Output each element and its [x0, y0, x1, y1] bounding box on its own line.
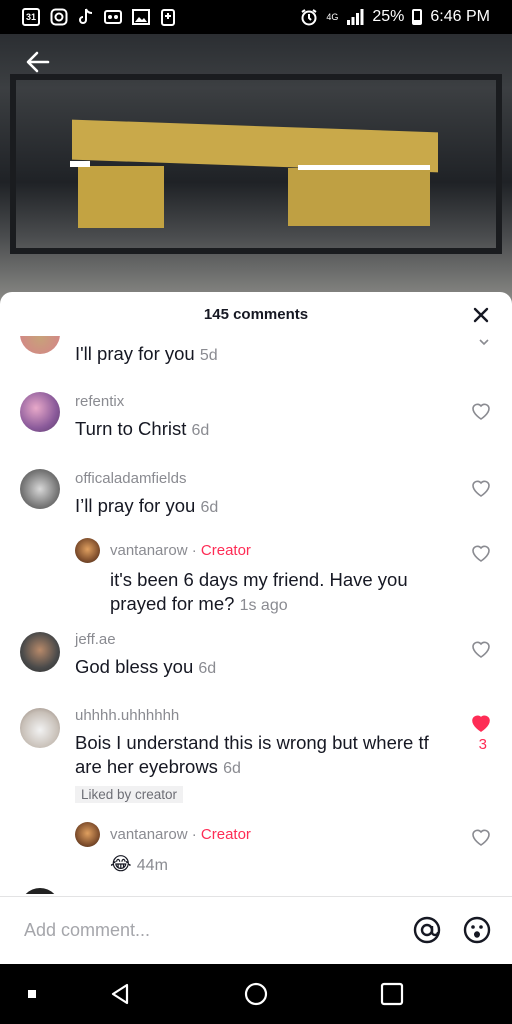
comment-time: 6d	[200, 499, 219, 516]
heart-icon[interactable]	[470, 400, 492, 422]
creator-label: Creator	[200, 826, 251, 843]
video-light	[70, 161, 90, 167]
comment-time: 6d	[198, 660, 217, 677]
voicemail-icon	[104, 10, 122, 24]
reply-text: 😂 44m	[110, 853, 168, 874]
comments-count-title: 145 comments	[203, 305, 309, 323]
notification-icons: 31	[22, 8, 176, 26]
video-light	[298, 165, 430, 170]
user-avatar[interactable]	[20, 888, 60, 894]
creator-avatar[interactable]	[75, 822, 100, 847]
video-sign-shape	[78, 166, 164, 228]
comment-input[interactable]	[24, 920, 384, 941]
heart-filled-icon[interactable]	[470, 712, 492, 734]
comment-item: jeff.ae God bless you 6d	[0, 631, 512, 702]
creator-label: Creator	[200, 542, 251, 559]
chevron-down-icon[interactable]	[478, 338, 490, 346]
battery-percent: 25%	[372, 8, 405, 25]
comment-username[interactable]: jeff.ae	[75, 631, 116, 648]
liked-by-creator-badge: Liked by creator	[75, 786, 184, 803]
comment-text: I'll pray for you 5d	[75, 343, 218, 364]
comment-username[interactable]: uhhhh.uhhhhhh	[75, 707, 179, 724]
user-avatar[interactable]	[20, 632, 60, 672]
user-avatar[interactable]	[20, 708, 60, 748]
comment-text: I’ll pray for you 6d	[75, 495, 219, 516]
heart-icon[interactable]	[470, 638, 492, 660]
comment-time: 6d	[191, 422, 210, 439]
reply-item: vantanarow · Creator it's been 6 days my…	[0, 538, 512, 618]
like-count: 3	[478, 736, 487, 753]
clock: 6:46 PM	[430, 8, 490, 25]
separator-dot: ·	[191, 542, 197, 559]
close-icon[interactable]	[470, 304, 492, 326]
status-bar: 31 4G 25% 6:46 PM	[0, 0, 512, 34]
battery-icon	[412, 9, 423, 25]
home-circle-icon[interactable]	[244, 982, 268, 1006]
comment-username[interactable]: officaladamfields	[75, 470, 186, 487]
reply-username-line: vantanarow · Creator	[110, 542, 251, 559]
signal-icon	[347, 9, 364, 25]
reply-username-line: vantanarow · Creator	[110, 826, 251, 843]
back-triangle-icon[interactable]	[108, 982, 132, 1006]
alarm-icon	[301, 9, 317, 26]
heart-icon[interactable]	[470, 477, 492, 499]
comment-time: 5d	[199, 347, 218, 364]
calendar-icon: 31	[22, 8, 40, 26]
comment-time: 44m	[136, 857, 168, 874]
user-avatar[interactable]	[20, 469, 60, 509]
comment-item: officaladamfields I’ll pray for you 6d	[0, 467, 512, 537]
instagram-icon	[50, 8, 68, 26]
android-nav-bar	[0, 964, 512, 1024]
comment-item: I'll pray for you 5d	[0, 336, 512, 370]
comment-item: uhhhh.uhhhhhh Bois I understand this is …	[0, 707, 512, 818]
comment-composer	[0, 896, 512, 964]
video-sign-shape	[288, 168, 430, 226]
comment-item: refentix Turn to Christ 6d	[0, 390, 512, 460]
comment-time: 6d	[223, 760, 241, 777]
mention-icon[interactable]	[412, 915, 442, 945]
gallery-icon	[132, 9, 150, 25]
separator-dot: ·	[191, 826, 197, 843]
comment-time: 1s ago	[239, 597, 288, 614]
cast-icon	[161, 9, 175, 26]
network-type: 4G	[326, 12, 339, 22]
comments-sheet: 145 comments I'll pray for you 5d refent…	[0, 292, 512, 964]
comments-list[interactable]: I'll pray for you 5d refentix Turn to Ch…	[0, 336, 512, 894]
recent-dot-icon	[28, 990, 36, 998]
heart-icon[interactable]	[470, 826, 492, 848]
back-arrow-icon[interactable]	[22, 46, 54, 78]
reply-text: it's been 6 days my friend. Have you pra…	[110, 569, 408, 614]
overview-square-icon[interactable]	[380, 982, 404, 1006]
comment-text: Turn to Christ 6d	[75, 418, 210, 439]
reply-username[interactable]: vantanarow	[110, 542, 188, 559]
system-status: 4G 25% 6:46 PM	[300, 8, 490, 26]
user-avatar[interactable]	[20, 336, 60, 354]
tiktok-icon	[79, 8, 93, 24]
comment-text: Bois I understand this is wrong but wher…	[75, 732, 429, 777]
video-preview[interactable]	[0, 34, 512, 304]
creator-avatar[interactable]	[75, 538, 100, 563]
emoji-icon[interactable]	[462, 915, 492, 945]
heart-icon[interactable]	[470, 542, 492, 564]
sheet-header: 145 comments	[0, 292, 512, 336]
comment-text: God bless you 6d	[75, 656, 217, 677]
comment-username[interactable]: refentix	[75, 393, 124, 410]
reply-username[interactable]: vantanarow	[110, 826, 188, 843]
user-avatar[interactable]	[20, 392, 60, 432]
reply-item: vantanarow · Creator 😂 44m	[0, 822, 512, 882]
